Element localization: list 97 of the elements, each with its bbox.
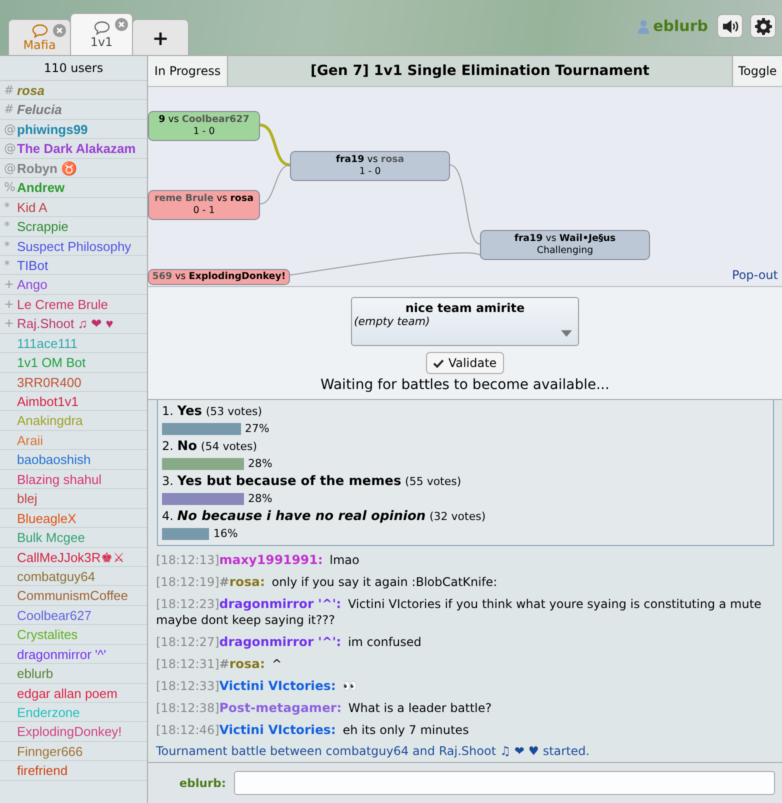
sound-button[interactable]: [717, 14, 743, 38]
user-name[interactable]: combatguy64: [17, 566, 96, 586]
user-name[interactable]: Ango: [17, 275, 48, 294]
waiting-message: Waiting for battles to become available...: [320, 377, 610, 393]
user-icon: [638, 18, 650, 34]
tournament-notice: Tournament battle between combatguy64 and Raj.Shoot ♫ ❤ ♥ started.: [156, 743, 591, 760]
chat-message: [18:12:19]#rosa: only if you say it again :BlobCatKnife:: [156, 573, 498, 591]
user-name[interactable]: dragonmirror '^': [17, 644, 106, 664]
user-rank: +: [4, 296, 16, 313]
settings-icon: [754, 18, 772, 34]
user-name[interactable]: Robyn ♉: [17, 158, 78, 178]
user-count: 110 users: [0, 56, 147, 81]
user-name[interactable]: blej: [17, 489, 38, 508]
vote-percent: 16%: [213, 527, 238, 540]
user-name[interactable]: Coolbear627: [17, 606, 92, 624]
poll-option: 4. No because i have no real opinion (32 votes): [162, 508, 769, 525]
chat-message: [18:12:27]dragonmirror '^': im confused: [156, 633, 422, 651]
user-name[interactable]: Blazing shahul: [17, 470, 102, 488]
room-tab[interactable]: Mafia: [8, 19, 71, 55]
bracket-match[interactable]: 569 vs ExplodingDonkey!: [148, 269, 290, 285]
bracket-match[interactable]: reme Brule vs rosa 0 - 1: [148, 190, 260, 220]
user-name[interactable]: Bulk Mcgee: [17, 528, 85, 546]
chat-message: [18:12:13]maxy1991991: lmao: [156, 551, 360, 569]
chat-message: [18:12:38]Post-metagamer: What is a leader battle?: [156, 699, 493, 717]
user-name[interactable]: The Dark Alakazam: [17, 139, 136, 158]
user-rank: +: [4, 315, 16, 332]
user-name[interactable]: Crystalites: [17, 625, 78, 644]
user-name[interactable]: TIBot: [17, 256, 48, 274]
user-rank: @: [4, 140, 17, 158]
user-name[interactable]: 111ace111: [17, 334, 78, 352]
close-icon[interactable]: [53, 24, 66, 37]
user-name[interactable]: CallMeJJok3R♚⚔: [17, 548, 125, 566]
user-name[interactable]: 1v1 OM Bot: [17, 353, 86, 372]
username[interactable]: eblurb: [653, 17, 708, 35]
user-name[interactable]: Araii: [17, 430, 44, 450]
room-tab[interactable]: +: [132, 19, 189, 55]
user-name[interactable]: eblurb: [17, 664, 54, 683]
bracket-match[interactable]: 9 vs Coolbear627 1 - 0: [148, 111, 260, 141]
user-rank: *: [4, 238, 11, 254]
user-name[interactable]: Finnger666: [17, 742, 83, 760]
tournament-title: [Gen 7] 1v1 Single Elimination Tournament: [309, 62, 650, 81]
team-select[interactable]: nice team amirite (empty team): [351, 297, 579, 346]
user-name[interactable]: CommunismCoffee: [17, 586, 128, 605]
user-rank: @: [4, 120, 17, 138]
user-name[interactable]: ExplodingDonkey!: [17, 722, 122, 741]
vote-percent: 27%: [244, 422, 270, 435]
user-name[interactable]: Kid A: [17, 198, 48, 216]
user-rank: %: [4, 179, 16, 196]
caret-icon: [561, 330, 572, 337]
poll-option: 2. No (54 votes): [162, 438, 769, 455]
chat-message: [18:12:31]#rosa: ^: [156, 655, 283, 673]
user-name[interactable]: Anakingdra: [17, 411, 83, 430]
user-name[interactable]: edgar allan poem: [17, 684, 118, 702]
speaker-icon: [722, 18, 738, 34]
room-tab[interactable]: 1v1: [70, 13, 133, 55]
user-name[interactable]: BlueagleX: [17, 508, 76, 528]
user-name[interactable]: 3RR0R400: [17, 372, 82, 391]
bracket-match[interactable]: fra19 vs Wail•Je§us Challenging: [480, 230, 650, 260]
poll-option: 1. Yes (53 votes): [162, 403, 769, 420]
validate-button[interactable]: Validate: [426, 352, 504, 374]
user-name[interactable]: Raj.Shoot ♫ ❤ ♥: [17, 314, 114, 333]
user-rank: #: [4, 101, 16, 118]
user-rank: *: [4, 218, 11, 236]
chat-message: [18:12:23]dragonmirror '^': Victini VIctories if you think what youre syaing is constituting a mute maybe dont keep saying it???: [156, 595, 762, 629]
vote-percent: 28%: [248, 457, 272, 470]
popout-link[interactable]: Pop-out: [732, 268, 778, 282]
close-icon[interactable]: [115, 18, 128, 31]
chat-message: [18:12:33]Victini VIctories: 👀: [156, 677, 359, 695]
user-name[interactable]: Felucia: [17, 100, 62, 119]
toggle-button[interactable]: Toggle: [732, 56, 782, 86]
user-name[interactable]: Andrew: [17, 178, 65, 197]
bracket-match[interactable]: fra19 vs rosa 1 - 0: [290, 151, 450, 181]
poll-option: 3. Yes but because of the memes (55 votes): [162, 473, 769, 490]
composer-username: eblurb:: [178, 776, 226, 790]
tournament-status: In Progress: [148, 56, 228, 86]
user-rank: +: [4, 276, 16, 294]
user-rank: *: [4, 256, 11, 274]
connector-line: [260, 124, 290, 166]
check-icon: [433, 358, 444, 368]
chat-bubble-icon: [32, 24, 48, 38]
vote-percent: 28%: [248, 492, 272, 505]
chat-message: [18:12:46]Victini VIctories: eh its only 7 minutes: [156, 721, 470, 739]
user-name[interactable]: baobaoshish: [17, 450, 91, 469]
user-name[interactable]: firefriend: [17, 761, 68, 780]
message-input[interactable]: [234, 771, 775, 795]
user-rank: #: [4, 82, 16, 99]
user-name[interactable]: rosa: [17, 81, 44, 100]
user-name[interactable]: Aimbot1v1: [17, 392, 78, 410]
user-name[interactable]: Suspect Philosophy: [17, 236, 132, 255]
user-name[interactable]: Scrappie: [17, 217, 68, 236]
user-name[interactable]: Le Creme Brule: [17, 294, 108, 314]
user-name[interactable]: phiwings99: [17, 120, 88, 138]
user-rank: *: [4, 198, 11, 216]
settings-button[interactable]: [750, 14, 776, 38]
connector-line: [260, 164, 290, 204]
chat-bubble-icon: [94, 20, 110, 34]
user-rank: @: [4, 160, 17, 177]
